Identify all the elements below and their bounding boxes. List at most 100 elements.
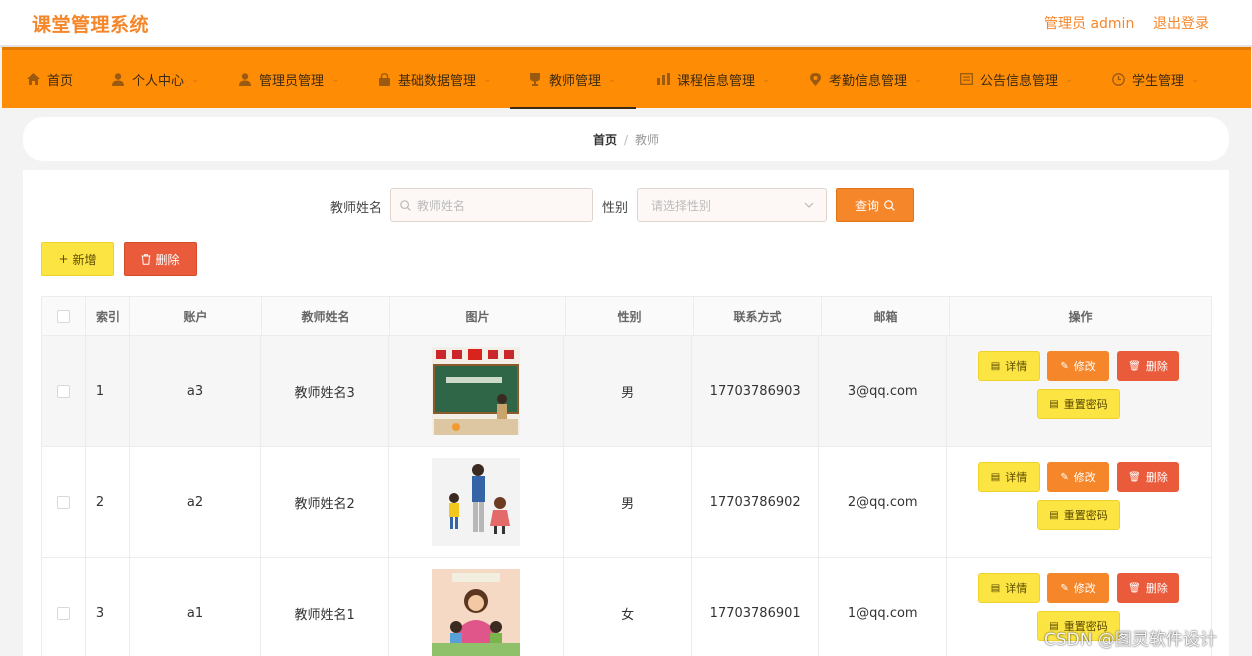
teacher-name-label: 教师姓名 [330,201,383,216]
row-phone: 17703786902 [692,447,820,557]
row-index: 1 [86,336,130,446]
chevron-down-icon: ⌄ [762,73,771,85]
nav-item-personal-center[interactable]: 个人中心 ⌄ [109,50,201,108]
row-actions-cell: ▤ 详情 ✎ 修改 🗑 删除 ▤ 重置密码 [947,447,1211,557]
chevron-down-icon: ⌄ [1065,73,1074,85]
chevron-down-icon [804,202,814,208]
trash-icon: 🗑 [1128,471,1141,483]
delete-button[interactable]: 🗑 删除 [1117,462,1180,492]
query-button[interactable]: 查询 [836,188,914,222]
plus-icon: + [58,252,69,266]
row-checkbox-cell [42,558,86,656]
edit-button[interactable]: ✎ 修改 [1047,351,1110,381]
nav-item-course-info[interactable]: 课程信息管理 ⌄ [654,50,772,108]
row-phone: 17703786903 [692,336,820,446]
edit-label: 修改 [1073,360,1096,373]
row-index: 3 [86,558,130,656]
table-row: 2 a2 教师姓名2 男 17703786902 2@qq.com ▤ 详情 ✎… [42,447,1211,558]
breadcrumb-separator: / [623,133,629,147]
table-row: 1 a3 教师姓名3 男 17703786903 3@qq.com ▤ 详情 ✎… [42,336,1211,447]
pencil-icon: ✎ [1060,471,1069,483]
detail-label: 详情 [1005,471,1028,484]
detail-button[interactable]: ▤ 详情 [978,462,1041,492]
delete-button[interactable]: 🗑 删除 [1117,573,1180,603]
home-icon [26,72,40,86]
header-teacher-name: 教师姓名 [262,297,390,335]
sex-label: 性别 [602,201,629,216]
row-checkbox[interactable] [56,495,70,509]
breadcrumb: 首页 / 教师 [23,131,1229,148]
row-email: 2@qq.com [819,447,948,557]
nav-item-label: 管理员管理 [259,73,325,89]
detail-label: 详情 [1005,582,1028,595]
doc-icon: ▤ [990,471,1001,483]
teacher-name-input[interactable]: 教师姓名 [390,188,593,222]
chevron-down-icon: ⌄ [914,73,923,85]
sex-select[interactable]: 请选择性别 [637,188,827,222]
breadcrumb-card: 首页 / 教师 [23,117,1229,161]
chevron-down-icon: ⌄ [483,73,492,85]
nav-item-label: 个人中心 [132,73,185,89]
nav-item-label: 基础数据管理 [398,73,477,89]
nav-item-label: 首页 [47,73,74,89]
nav-item-teacher-management[interactable]: 教师管理 ⌄ [509,50,637,109]
nav-item-basic-data[interactable]: 基础数据管理 ⌄ [375,50,493,108]
row-email: 1@qq.com [819,558,948,656]
reset-password-label: 重置密码 [1063,398,1108,411]
reset-password-button[interactable]: ▤ 重置密码 [1037,500,1121,530]
detail-button[interactable]: ▤ 详情 [978,573,1041,603]
add-button[interactable]: + 新增 [41,242,114,276]
table-header-row: 索引 账户 教师姓名 图片 性别 联系方式 邮箱 操作 [42,296,1211,336]
row-actions-cell: ▤ 详情 ✎ 修改 🗑 删除 ▤ 重置密码 [947,336,1211,446]
nav-item-attendance-info[interactable]: 考勤信息管理 ⌄ [806,50,924,108]
nav-item-student-management[interactable]: 学生管理 ⌄ [1109,50,1201,108]
batch-delete-button[interactable]: 删除 [124,242,197,276]
lock-icon [377,72,391,86]
logout-link[interactable]: 退出登录 [1153,13,1209,33]
row-account: a3 [130,336,262,446]
delete-button[interactable]: 🗑 删除 [1117,351,1180,381]
reset-password-label: 重置密码 [1063,509,1108,522]
nav-item-label: 课程信息管理 [677,73,756,89]
chevron-down-icon: ⌄ [331,73,340,85]
row-sex: 男 [564,447,692,557]
select-all-checkbox[interactable] [57,309,70,323]
chevron-down-icon: ⌄ [608,73,617,85]
row-teacher-name: 教师姓名3 [261,336,389,446]
doc-icon: ▤ [990,582,1001,594]
delete-label: 删除 [1145,360,1168,373]
breadcrumb-home[interactable]: 首页 [593,133,617,147]
header-actions: 操作 [1068,309,1093,324]
batch-delete-label: 删除 [155,252,180,267]
nav-item-label: 学生管理 [1132,73,1185,89]
row-phone: 17703786901 [692,558,820,656]
nav-item-label: 公告信息管理 [980,73,1059,89]
doc-icon: ▤ [990,360,1001,372]
trash-icon: 🗑 [1128,360,1141,372]
edit-button[interactable]: ✎ 修改 [1047,462,1110,492]
row-actions: ▤ 详情 ✎ 修改 🗑 删除 ▤ 重置密码 [947,351,1211,431]
header-index: 索引 [86,297,130,335]
edit-label: 修改 [1073,582,1096,595]
teacher-table: 索引 账户 教师姓名 图片 性别 联系方式 邮箱 操作 1 a3 教师姓名3 男… [41,296,1212,656]
query-button-label: 查询 [854,198,879,213]
location-icon [808,72,822,86]
delete-label: 删除 [1145,582,1168,595]
chart-icon [656,72,670,86]
nav-item-admin-management[interactable]: 管理员管理 ⌄ [236,50,341,108]
row-checkbox[interactable] [56,606,70,620]
detail-button[interactable]: ▤ 详情 [978,351,1041,381]
doc-icon [959,72,973,86]
edit-button[interactable]: ✎ 修改 [1047,573,1110,603]
row-actions: ▤ 详情 ✎ 修改 🗑 删除 ▤ 重置密码 [947,462,1211,542]
nav-item-home[interactable]: 首页 [24,50,75,108]
pencil-icon: ✎ [1060,360,1069,372]
row-checkbox[interactable] [56,384,70,398]
row-picture-cell [389,558,565,656]
nav-item-notice-info[interactable]: 公告信息管理 ⌄ [957,50,1075,108]
row-picture-cell [389,447,565,557]
reset-password-button[interactable]: ▤ 重置密码 [1037,389,1121,419]
row-checkbox-cell [42,336,86,446]
row-account: a2 [130,447,262,557]
edit-label: 修改 [1073,471,1096,484]
